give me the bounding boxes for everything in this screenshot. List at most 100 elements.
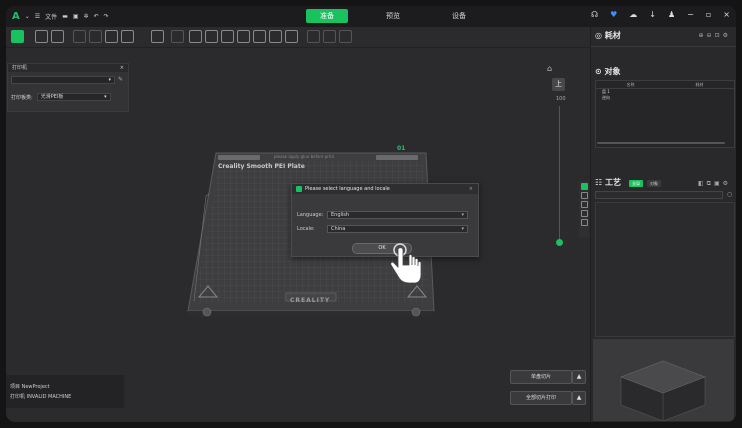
printer-status: 打印机 INVALID MACHINE: [10, 394, 72, 400]
mirror-icon[interactable]: [189, 30, 202, 43]
chevron-down-icon[interactable]: ⌄: [25, 13, 30, 20]
new-file-icon[interactable]: ▬: [62, 13, 68, 20]
cloud-upload-icon[interactable]: ☁: [629, 10, 637, 19]
close-button[interactable]: ×: [723, 10, 730, 19]
locale-label: Locale:: [297, 226, 315, 232]
chevron-down-icon: ▾: [104, 94, 107, 100]
column-filament: 耗材: [695, 82, 704, 87]
grid-icon[interactable]: [580, 219, 588, 226]
arrange-icon[interactable]: [89, 30, 102, 43]
language-row: Language: English ▾: [297, 211, 468, 219]
filament-section-title: ◎ 耗材: [595, 30, 621, 41]
sync-icon[interactable]: ⊡: [715, 32, 723, 39]
printer-panel: 打印机 × ▾ ✎ 打印板类: 光滑PEI板 ▾: [7, 63, 129, 112]
toolbar: [6, 27, 590, 48]
slice-options-button[interactable]: ▲: [572, 370, 586, 384]
tab-device[interactable]: 设备: [438, 9, 480, 23]
cube-icon[interactable]: [51, 30, 64, 43]
app-window: A ⌄ ☰ 文件 ▬ ▣ ✲ ↶ ↷ 准备 预览 设备 ☊ ♥ ☁ ↓ ♟ − …: [6, 6, 736, 422]
app-icon: [296, 186, 302, 192]
tab-object[interactable]: 对象: [647, 180, 661, 187]
process-preset-select[interactable]: [595, 191, 723, 199]
user-icon[interactable]: ♟: [668, 10, 675, 19]
object-list-icon[interactable]: [580, 183, 588, 190]
layer-slider[interactable]: [559, 106, 560, 242]
rotate-icon[interactable]: [580, 201, 588, 208]
redo-icon[interactable]: ↷: [104, 13, 109, 20]
side-mini-toolbar: [579, 181, 589, 237]
split-icon[interactable]: [105, 30, 118, 43]
download-icon[interactable]: ↓: [649, 10, 656, 19]
plate-preview: [593, 339, 734, 422]
gear-icon[interactable]: ⚙: [723, 180, 731, 187]
edit-icon[interactable]: ✎: [118, 76, 123, 83]
gear-icon[interactable]: ⚙: [723, 32, 731, 39]
process-settings-area: [595, 202, 735, 337]
tab-prepare[interactable]: 准备: [306, 9, 348, 23]
settings-icon[interactable]: ✲: [84, 13, 89, 20]
save-icon[interactable]: ▣: [714, 180, 723, 187]
paint-icon[interactable]: [307, 30, 320, 43]
objects-section-title: ⊙ 对象: [595, 66, 621, 77]
undo-icon[interactable]: ↶: [94, 13, 99, 20]
home-icon[interactable]: ⌂: [547, 64, 552, 73]
save-icon[interactable]: ▣: [73, 13, 79, 20]
project-info: 项目 NewProject 打印机 INVALID MACHINE: [6, 375, 124, 408]
close-icon[interactable]: ×: [469, 184, 473, 194]
list-item[interactable]: 逆向: [596, 95, 734, 101]
right-panel: ◎ 耗材 ⊕⊖⊡⚙ ⊙ 对象 名称 耗材 盘 1 逆向 ☷ 工艺 全局 对象 ◧…: [590, 27, 736, 422]
seam-icon[interactable]: [237, 30, 250, 43]
text-icon[interactable]: [253, 30, 266, 43]
scrollbar[interactable]: [597, 142, 725, 144]
remove-icon[interactable]: ⊖: [707, 32, 715, 39]
slice-plate-button[interactable]: 单盘切片: [510, 370, 572, 384]
compare-icon[interactable]: ◧: [698, 180, 707, 187]
add-icon[interactable]: ⊕: [699, 32, 707, 39]
measure-icon[interactable]: [269, 30, 282, 43]
support-icon[interactable]: [221, 30, 234, 43]
printer-panel-title: 打印机: [12, 65, 28, 71]
layer-icon[interactable]: [121, 30, 134, 43]
file-menu[interactable]: 文件: [45, 12, 57, 21]
support-paint-icon[interactable]: [580, 210, 588, 217]
objects-icon: ⊙: [595, 67, 602, 76]
plate-icon[interactable]: [580, 192, 588, 199]
menu-icon[interactable]: ☰: [35, 13, 40, 20]
layer-slider-handle[interactable]: [556, 239, 563, 246]
assembly-icon[interactable]: [285, 30, 298, 43]
project-name: 项目 NewProject: [10, 384, 50, 390]
headset-icon[interactable]: ☊: [591, 10, 598, 19]
language-value: English: [331, 212, 350, 218]
move-icon[interactable]: [151, 30, 164, 43]
object-list: 名称 耗材 盘 1 逆向: [595, 80, 735, 148]
orient-icon[interactable]: [73, 30, 86, 43]
search-icon[interactable]: ○: [727, 191, 732, 198]
slice-all-button[interactable]: 全部切片打印: [510, 391, 572, 405]
plate-top-text: please apply glue before print: [274, 154, 335, 159]
locale-row: Locale: China ▾: [297, 225, 468, 233]
locale-select[interactable]: China ▾: [327, 225, 468, 233]
chevron-down-icon: ▾: [461, 212, 464, 218]
printer-select[interactable]: ▾: [11, 76, 115, 84]
maximize-button[interactable]: ▫: [706, 10, 711, 19]
layers-icon[interactable]: [323, 30, 336, 43]
heart-icon[interactable]: ♥: [610, 10, 617, 19]
import-icon[interactable]: [35, 30, 48, 43]
tab-preview[interactable]: 预览: [372, 9, 414, 23]
process-icon: ☷: [595, 178, 603, 187]
plate-type-select[interactable]: 光滑PEI板 ▾: [36, 93, 111, 101]
close-icon[interactable]: ×: [120, 64, 124, 72]
view-top-button[interactable]: 上: [552, 78, 565, 91]
hand-cursor-icon: [390, 243, 422, 284]
tab-global[interactable]: 全局: [629, 180, 643, 187]
locale-value: China: [331, 226, 346, 232]
minimize-button[interactable]: −: [687, 10, 694, 19]
preview-model: [620, 360, 706, 422]
add-plate-icon[interactable]: [11, 30, 24, 43]
copy-icon[interactable]: ⧉: [707, 180, 714, 187]
print-options-button[interactable]: ▲: [572, 391, 586, 405]
scale-icon[interactable]: [171, 30, 184, 43]
cut-icon[interactable]: [205, 30, 218, 43]
language-select[interactable]: English ▾: [327, 211, 468, 219]
list-icon[interactable]: [339, 30, 352, 43]
